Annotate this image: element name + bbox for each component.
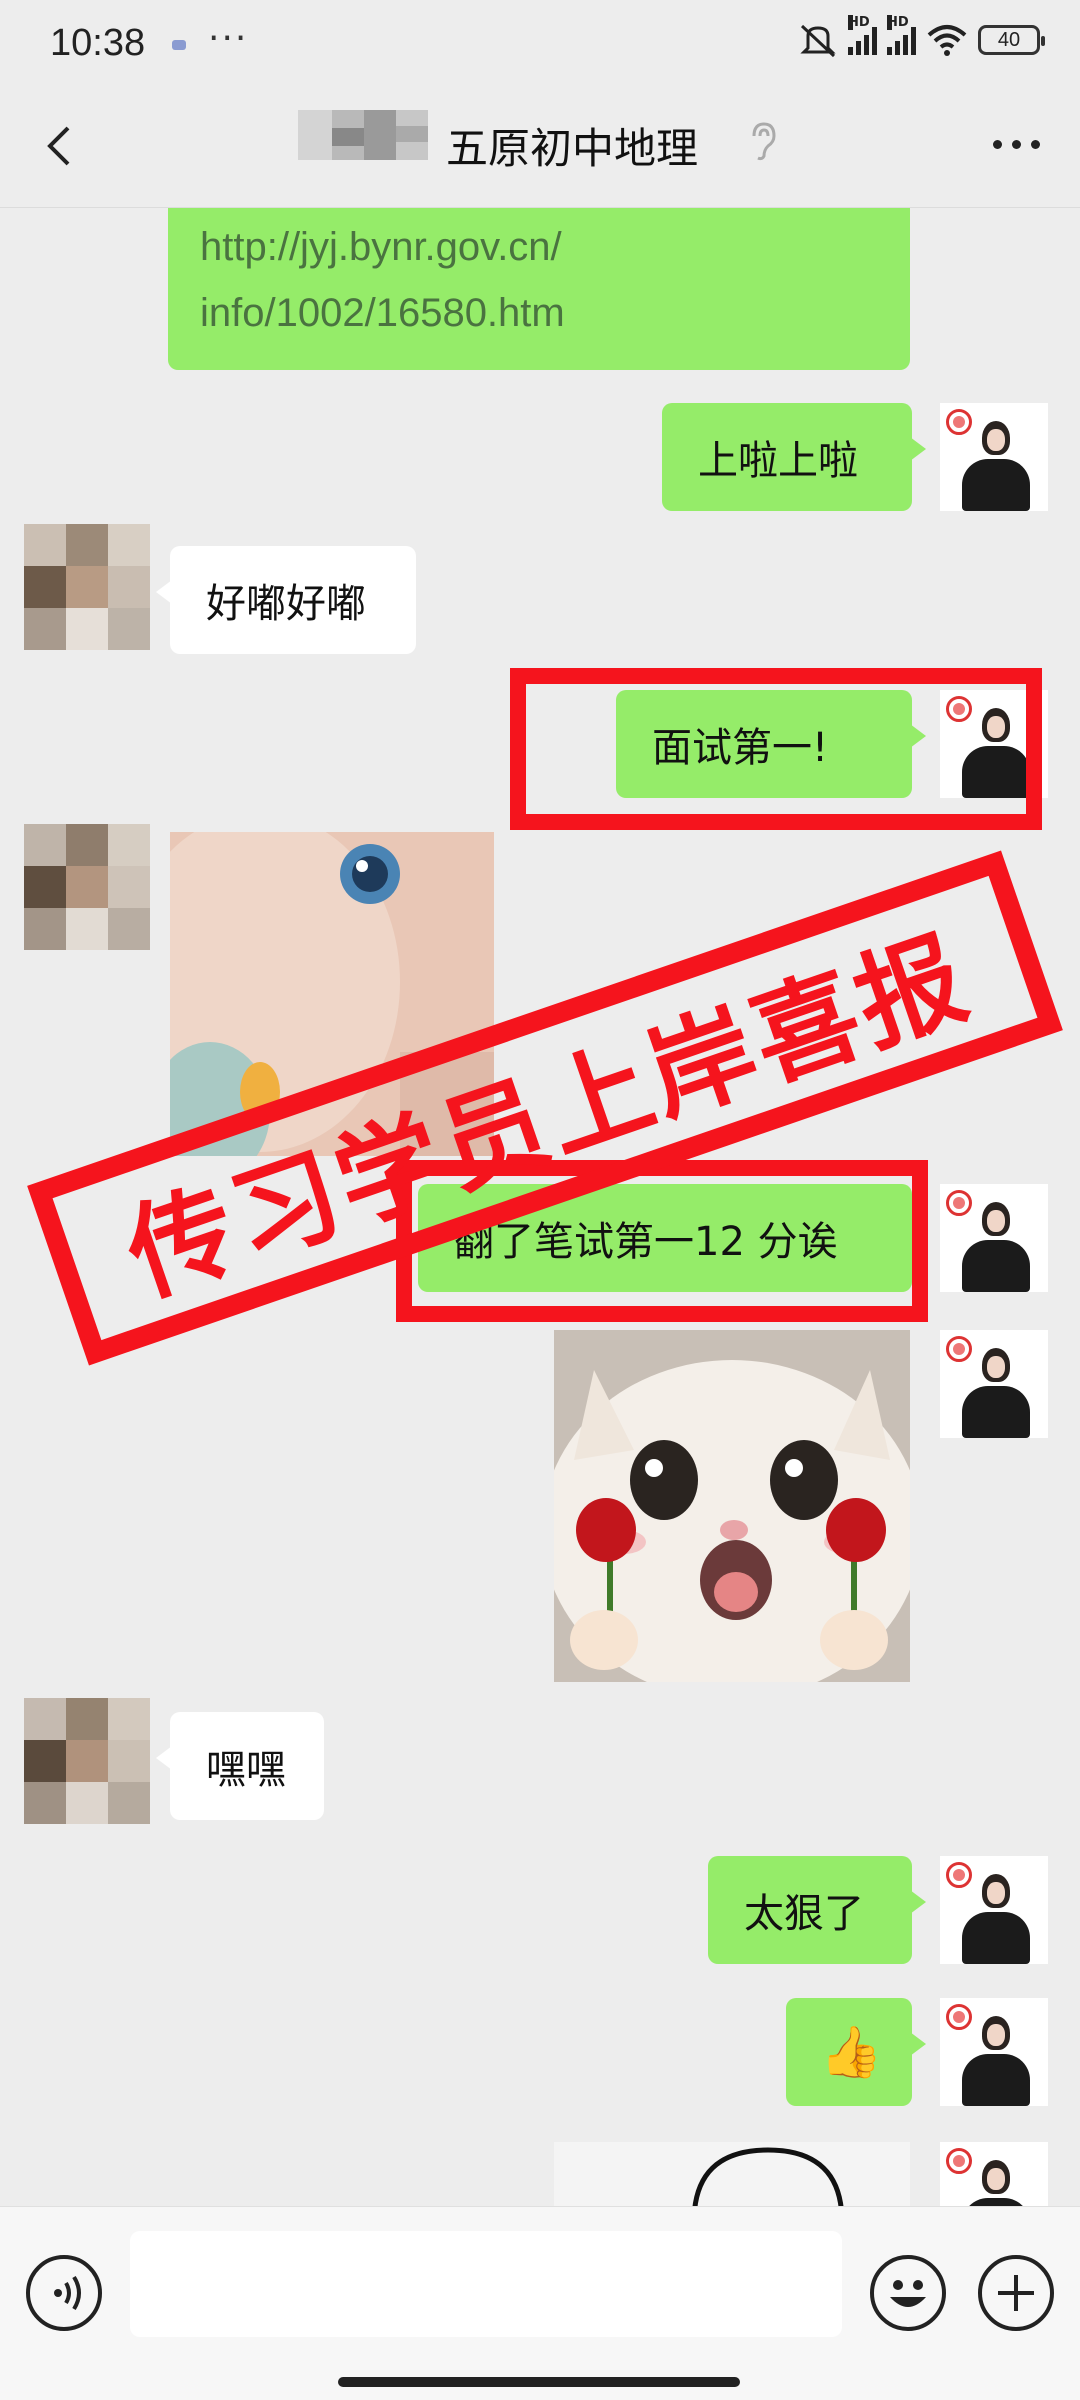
message-bubble-mine[interactable]: 太狠了 — [708, 1856, 926, 1964]
my-avatar[interactable] — [940, 2142, 1048, 2210]
voice-icon[interactable] — [26, 2255, 102, 2331]
status-right-icons: HD HD 40 — [798, 15, 1045, 58]
message-list[interactable]: http://jyj.bynr.gov.cn/ info/1002/16580.… — [0, 208, 1080, 2210]
other-avatar[interactable] — [24, 824, 150, 950]
message-text: 太狠了 — [744, 1891, 864, 1937]
other-avatar[interactable] — [24, 1698, 150, 1824]
blurred-group-avatar — [298, 100, 428, 170]
message-input[interactable] — [130, 2231, 842, 2337]
message-bubble-mine[interactable]: 上啦上啦 — [662, 403, 926, 511]
input-bar — [0, 2206, 1080, 2400]
other-avatar[interactable] — [24, 524, 150, 650]
partial-sticker[interactable] — [554, 2142, 910, 2210]
my-avatar[interactable] — [940, 1998, 1048, 2106]
link-line-2: info/1002/16580.htm — [200, 291, 565, 335]
message-bubble-other[interactable]: 好嘟好嘟 — [156, 546, 416, 654]
highlight-box — [510, 668, 1042, 830]
signal-icon-2: HD — [887, 15, 916, 55]
my-avatar[interactable] — [940, 403, 1048, 511]
message-text: 好嘟好嘟 — [206, 581, 366, 627]
my-avatar[interactable] — [940, 1184, 1048, 1292]
status-bar: 10:38 ··· HD HD 40 — [0, 0, 1080, 88]
home-indicator[interactable] — [338, 2377, 740, 2387]
back-chevron-icon[interactable] — [40, 124, 84, 168]
partial-sticker-image — [692, 2147, 844, 2210]
status-more-dots: ··· — [208, 18, 249, 59]
wifi-icon — [927, 25, 967, 56]
kitten-image — [554, 1330, 910, 1682]
thumbs-up-emoji: 👍 — [820, 2022, 883, 2081]
kitten-roses-sticker[interactable] — [554, 1330, 910, 1682]
more-options-icon[interactable] — [993, 140, 1040, 149]
my-avatar[interactable] — [940, 1330, 1048, 1438]
notification-app-icon — [172, 40, 186, 50]
status-time: 10:38 — [50, 22, 146, 64]
signal-icon-1: HD — [848, 15, 877, 55]
link-line-1: http://jyj.bynr.gov.cn/ — [200, 225, 562, 269]
link-message[interactable]: http://jyj.bynr.gov.cn/ info/1002/16580.… — [168, 208, 910, 370]
my-avatar[interactable] — [940, 1856, 1048, 1964]
plus-icon[interactable] — [978, 2255, 1054, 2331]
emoji-icon[interactable] — [870, 2255, 946, 2331]
message-bubble-mine[interactable]: 👍 — [786, 1998, 926, 2106]
message-bubble-other[interactable]: 嘿嘿 — [156, 1712, 324, 1820]
message-text: 上啦上啦 — [698, 438, 858, 484]
earpiece-mode-icon — [752, 122, 776, 161]
message-text: 嘿嘿 — [206, 1747, 286, 1793]
battery-indicator: 40 — [978, 25, 1045, 55]
chat-title: 五原初中地理 — [446, 124, 699, 173]
mute-icon — [800, 24, 836, 58]
